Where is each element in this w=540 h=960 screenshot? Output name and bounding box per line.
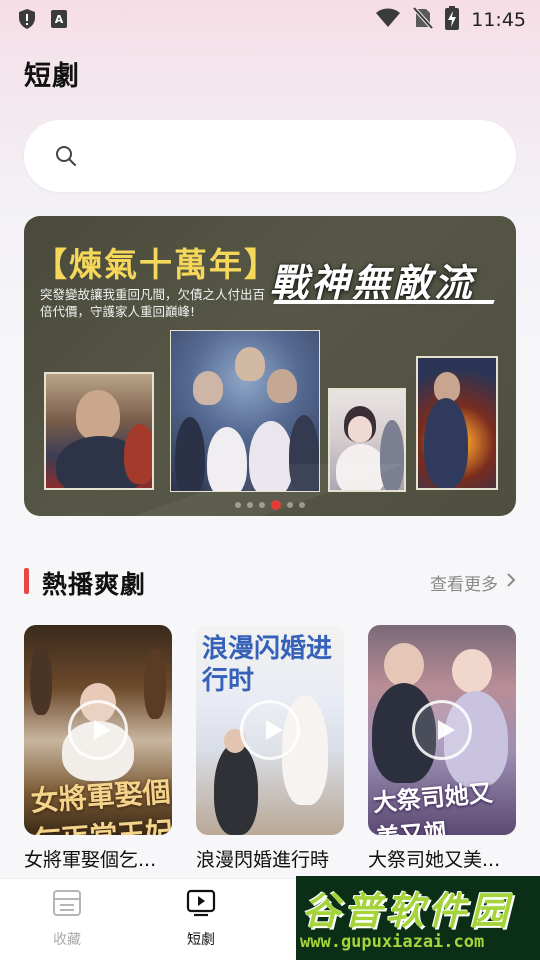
page-title: 短劇 [24, 61, 80, 92]
carousel-dot[interactable] [299, 502, 305, 508]
see-more-label: 查看更多 [430, 575, 498, 595]
list-icon [52, 890, 82, 921]
watermark: 谷普软件园 www.gupuxiazai.com [296, 876, 540, 960]
section-accent-bar [24, 568, 29, 594]
drama-thumbnail[interactable]: 女將軍娶個乞丐當王妃 [24, 625, 172, 835]
banner-poster-3 [328, 388, 406, 492]
drama-thumbnail[interactable]: 大祭司她又美又飒 [368, 625, 516, 835]
status-bar: A 11:45 [0, 0, 540, 38]
tv-play-icon [186, 889, 216, 921]
carousel-dot[interactable] [259, 502, 265, 508]
tab-short-drama-label: 短劇 [187, 932, 215, 948]
tab-short-drama[interactable]: 短劇 [156, 889, 246, 949]
banner-title: 【煉氣十萬年】 [34, 245, 279, 284]
chevron-right-icon [506, 572, 516, 593]
clock-time: 11:45 [471, 9, 526, 31]
banner-brand-text: 戰神無敵流 [270, 261, 476, 305]
banner-carousel[interactable]: 【煉氣十萬年】 突發變故讓我重回凡間，欠債之人付出百倍代價，守護家人重回巔峰! … [24, 216, 516, 516]
shield-icon [18, 8, 36, 34]
section-title: 熱播爽劇 [42, 570, 147, 599]
tab-favorites[interactable]: 收藏 [22, 889, 112, 949]
banner-poster-2 [170, 330, 320, 492]
carousel-dot[interactable] [235, 502, 241, 508]
drama-card[interactable]: 女將軍娶個乞丐當王妃 女將軍娶個乞... [24, 625, 172, 872]
see-more-link[interactable]: 查看更多 [430, 570, 516, 595]
carousel-pagination[interactable] [24, 500, 516, 510]
a-badge-icon: A [50, 9, 68, 33]
banner-poster-1 [44, 372, 154, 490]
no-sim-icon [412, 6, 434, 33]
drama-title: 大祭司她又美... [368, 849, 501, 871]
svg-text:A: A [55, 13, 64, 26]
banner-poster-4 [416, 356, 498, 490]
poster-text: 大祭司她又美又飒 [371, 778, 494, 835]
drama-thumbnail[interactable]: 浪漫闪婚进行时 [196, 625, 344, 835]
tab-favorites-label: 收藏 [53, 932, 81, 948]
drama-card[interactable]: 浪漫闪婚进行时 浪漫閃婚進行時 [196, 625, 344, 872]
watermark-title: 谷普软件园 [302, 889, 513, 933]
play-icon[interactable] [240, 700, 300, 760]
search-bar[interactable] [24, 120, 516, 192]
carousel-dot[interactable] [287, 502, 293, 508]
banner-brand-underline [273, 300, 495, 304]
wifi-icon [375, 8, 401, 32]
watermark-url: www.gupuxiazai.com [300, 932, 485, 952]
play-icon[interactable] [412, 700, 472, 760]
search-icon [54, 144, 78, 168]
carousel-dot[interactable] [271, 500, 281, 510]
play-icon[interactable] [68, 700, 128, 760]
drama-title: 女將軍娶個乞... [24, 849, 157, 871]
poster-text: 浪漫闪婚进行时 [202, 634, 333, 696]
banner-subtitle: 突發變故讓我重回凡間，欠債之人付出百倍代價，守護家人重回巔峰! [40, 287, 266, 319]
search-input[interactable] [94, 138, 494, 174]
drama-title: 浪漫閃婚進行時 [196, 849, 330, 871]
poster-text: 女將軍娶個乞丐當王妃 [29, 775, 172, 835]
battery-charging-icon [445, 6, 460, 34]
drama-card[interactable]: 大祭司她又美又飒 大祭司她又美... [368, 625, 516, 872]
carousel-dot[interactable] [247, 502, 253, 508]
